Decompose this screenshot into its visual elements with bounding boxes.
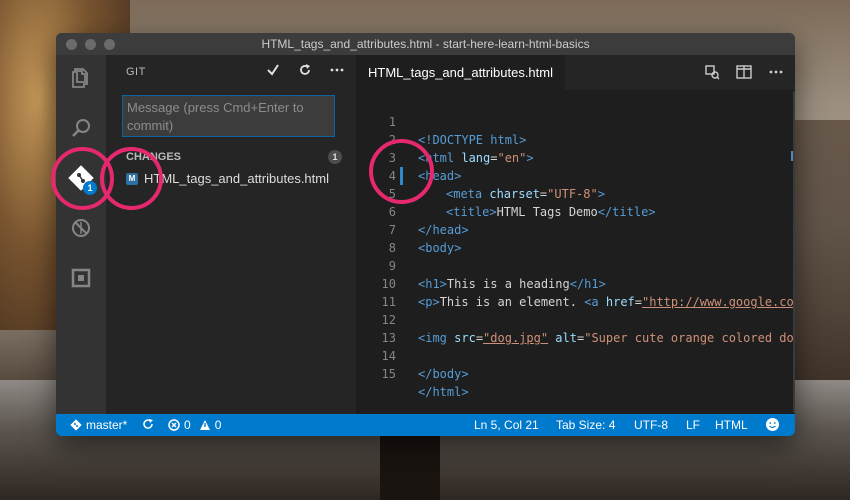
source-control-panel: GIT Message (press Cmd+Enter to commit) … [106, 55, 356, 414]
debug-icon[interactable] [66, 213, 96, 243]
code-line: 2 <html lang="en"> [356, 113, 795, 165]
sync-icon [143, 419, 153, 429]
error-icon [168, 419, 180, 431]
code-line: 8 [356, 221, 795, 255]
highlight-circle-modified-file [100, 147, 163, 210]
commit-message-input[interactable]: Message (press Cmd+Enter to commit) [122, 95, 335, 137]
panel-actions [264, 61, 346, 79]
editor-window: HTML_tags_and_attributes.html - start-he… [56, 33, 795, 436]
highlight-circle-gutter [369, 139, 434, 204]
refresh-button[interactable] [296, 61, 314, 79]
tab-label: HTML_tags_and_attributes.html [368, 65, 553, 80]
activity-bar: 1 [56, 55, 106, 414]
git-branch-icon [70, 419, 82, 431]
changes-count-badge: 1 [328, 150, 342, 164]
code-editor[interactable]: 1 <!DOCTYPE html> 2 <html lang="en"> 3 <… [356, 90, 795, 414]
cursor-position[interactable]: Ln 5, Col 21 [474, 418, 539, 432]
code-line: 11 [356, 275, 795, 309]
language-mode[interactable]: HTML [715, 418, 748, 432]
code-line: 12 <img src="dog.jpg" alt="Super cute or… [356, 293, 795, 345]
branch-indicator[interactable]: master* [70, 418, 127, 432]
line-text: </body> [418, 367, 469, 381]
encoding-indicator[interactable]: UTF-8 [634, 418, 668, 432]
editor-tab-bar: HTML_tags_and_attributes.html [356, 55, 795, 90]
code-line: 15 </html> [356, 347, 795, 399]
search-icon[interactable] [66, 113, 96, 143]
editor-more-icon[interactable] [767, 63, 785, 81]
changed-file-name: HTML_tags_and_attributes.html [144, 171, 329, 186]
scrollbar-change-marker [791, 151, 793, 161]
editor-area: HTML_tags_and_attributes.html 1 <!DOCTYP… [356, 55, 795, 414]
split-editor-icon[interactable] [735, 63, 753, 81]
line-number: 15 [381, 367, 396, 381]
branch-name: master* [86, 418, 128, 432]
error-count: 0 [184, 418, 191, 432]
tab-html-tags-and-attributes[interactable]: HTML_tags_and_attributes.html [356, 55, 565, 90]
code-line: 13 [356, 311, 795, 345]
status-bar: master* 0 0 Ln 5, Col 21 Tab Size: 4 UTF… [56, 414, 795, 436]
vertical-scrollbar[interactable] [793, 91, 795, 413]
warning-count: 0 [214, 418, 222, 432]
eol-indicator[interactable]: LF [686, 418, 700, 432]
sync-button[interactable] [142, 418, 154, 430]
explorer-icon[interactable] [66, 63, 96, 93]
feedback-smiley-icon[interactable] [765, 417, 780, 432]
warning-icon [199, 420, 210, 430]
minimize-window-button[interactable] [85, 39, 96, 50]
line-text: </html> [418, 385, 469, 399]
code-line: 9 <h1>This is a heading</h1> [356, 239, 795, 291]
window-controls [66, 39, 115, 50]
panel-title: GIT [126, 66, 146, 78]
tab-size-indicator[interactable]: Tab Size: 4 [556, 418, 615, 432]
code-line: 14 </body> [356, 329, 795, 381]
close-window-button[interactable] [66, 39, 77, 50]
open-changes-icon[interactable] [703, 63, 721, 81]
window-title: HTML_tags_and_attributes.html - start-he… [261, 37, 590, 51]
commit-button[interactable] [264, 61, 282, 79]
title-bar: HTML_tags_and_attributes.html - start-he… [56, 33, 795, 55]
extensions-icon[interactable] [66, 263, 96, 293]
code-line: 10 <p>This is an element. <a href="http:… [356, 257, 795, 309]
problems-indicator[interactable]: 0 0 [168, 418, 221, 432]
more-actions-button[interactable] [328, 61, 346, 79]
code-line: 7 <body> [356, 203, 795, 255]
code-line: 1 <!DOCTYPE html> [356, 95, 795, 147]
maximize-window-button[interactable] [104, 39, 115, 50]
editor-actions [703, 63, 785, 81]
